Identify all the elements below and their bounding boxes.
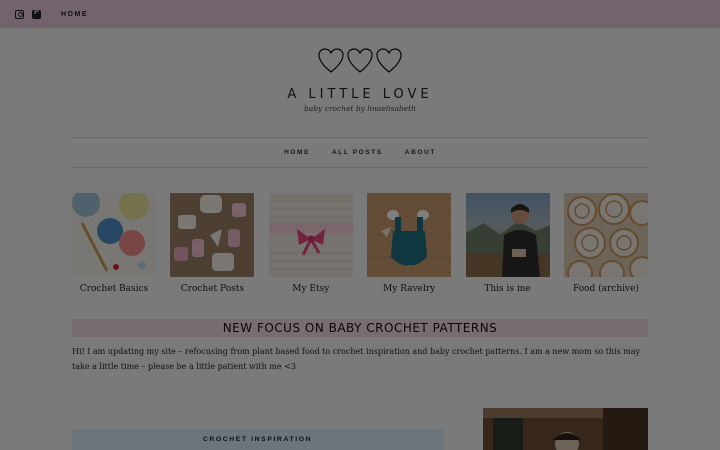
tile-image[interactable] (465, 193, 550, 277)
heart-icon (318, 48, 344, 73)
main-nav: HOME ALL POSTS ABOUT (0, 149, 720, 156)
tile-label[interactable]: My Ravelry (367, 284, 451, 294)
focus-text: Hi! I am updating my site – refocusing f… (72, 347, 641, 371)
sidebar-photo[interactable] (483, 408, 648, 450)
tile-crochet-basics[interactable]: Crochet Basics (72, 193, 156, 294)
topbar-home-link[interactable]: HOME (61, 11, 88, 18)
page: HOME A LITTLE LOVE baby crochet by linae… (0, 0, 720, 450)
heart-icon (347, 48, 373, 73)
tile-label[interactable]: This is me (466, 284, 550, 294)
tile-label[interactable]: Food (archive) (564, 284, 648, 294)
tile-image[interactable] (367, 193, 452, 277)
tile-crochet-posts[interactable]: Crochet Posts (170, 193, 255, 294)
crochet-inspiration-header[interactable]: CROCHET INSPIRATION (72, 429, 443, 450)
nav-item-all-posts[interactable]: ALL POSTS (332, 149, 383, 156)
instagram-icon[interactable] (15, 9, 24, 19)
tile-food-archive[interactable]: Food (archive) (563, 193, 648, 294)
heart-icon (376, 48, 402, 73)
tile-my-etsy[interactable]: My Etsy (268, 193, 353, 294)
pinterest-icon[interactable] (32, 8, 41, 19)
tile-label[interactable]: Crochet Basics (72, 284, 156, 294)
tile-image[interactable] (563, 193, 648, 277)
tile-label[interactable]: Crochet Posts (170, 284, 254, 294)
nav-item-about[interactable]: ABOUT (405, 149, 436, 156)
divider (72, 167, 648, 168)
top-bar: HOME (0, 0, 720, 28)
tile-this-is-me[interactable]: This is me (465, 193, 550, 294)
site-tagline: baby crochet by linaelisabeth (303, 104, 417, 113)
tile-image[interactable] (72, 193, 156, 277)
tile-label[interactable]: My Etsy (269, 284, 353, 294)
category-tiles: Crochet Basics Crochet Posts My Etsy My … (72, 193, 648, 294)
nav-item-home[interactable]: HOME (284, 149, 310, 156)
tile-my-ravelry[interactable]: My Ravelry (367, 193, 452, 294)
tile-image[interactable] (268, 193, 353, 277)
site-title[interactable]: A LITTLE LOVE (0, 87, 720, 102)
divider (72, 137, 648, 138)
hearts-logo (318, 48, 402, 73)
focus-heading: NEW FOCUS ON BABY CROCHET PATTERNS (72, 319, 648, 337)
tile-image[interactable] (170, 193, 255, 277)
